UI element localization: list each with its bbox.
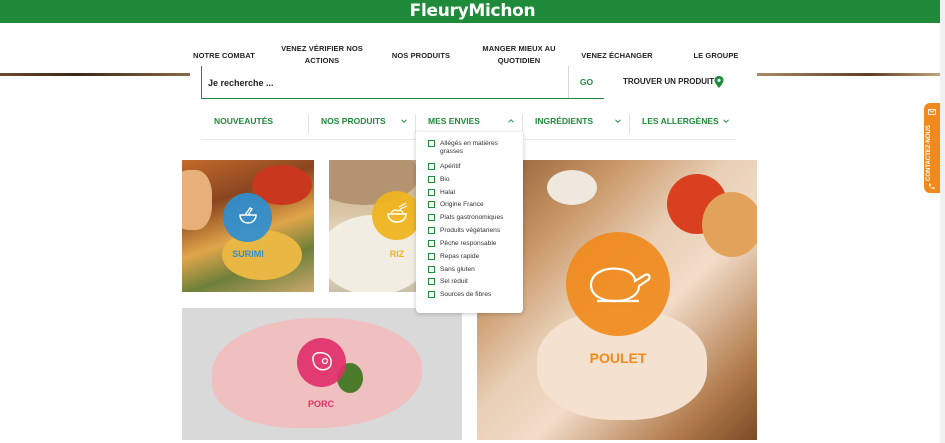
checkbox[interactable] [428, 140, 435, 147]
option-label: Sel réduit [440, 278, 468, 285]
checkbox[interactable] [428, 201, 435, 208]
option-label: Sources de fibres [440, 291, 492, 298]
checkbox[interactable] [428, 253, 435, 260]
filter-divider [415, 114, 416, 134]
option-label: Repas rapide [440, 253, 480, 260]
chevron-down-icon[interactable] [723, 118, 729, 124]
option-label: Origine France [440, 201, 484, 208]
nav-item-notre-combat[interactable]: NOTRE COMBAT [190, 50, 258, 62]
tile-label-jambon: PORC [307, 399, 334, 409]
option-label: Pêche responsable [440, 240, 497, 247]
checkbox[interactable] [428, 291, 435, 298]
surimi-bowl-icon [239, 207, 257, 224]
option-label: Bio [440, 176, 450, 183]
contact-tab-label: CONTACTEZ-NOUS [926, 125, 932, 181]
checkbox[interactable] [428, 176, 435, 183]
phone-icon [928, 183, 935, 190]
option-label: Produits végétariens [440, 227, 501, 234]
chicken-icon [589, 267, 651, 303]
filter-divider [629, 114, 630, 134]
filter-divider [308, 114, 309, 134]
tile-label-poulet: POULET [589, 350, 647, 366]
option-label: Halal [440, 189, 456, 196]
checkbox[interactable] [428, 278, 435, 285]
photo-onion [702, 192, 757, 257]
filter-nos-produits[interactable]: NOS PRODUITS [321, 112, 386, 136]
checkbox[interactable] [428, 189, 435, 196]
logo-text: FleuryMichon [409, 1, 536, 21]
find-product-link[interactable]: TROUVER UN PRODUIT [623, 77, 714, 86]
option-label: Plats gastronomiques [440, 214, 504, 221]
photo-glass [182, 170, 212, 230]
checkbox[interactable] [428, 163, 435, 170]
tile-label-surimi: SURIMI [232, 249, 264, 259]
rice-bowl-icon [387, 202, 408, 223]
nav-item-nos-produits[interactable]: NOS PRODUITS [385, 50, 457, 62]
checkbox[interactable] [428, 240, 435, 247]
search-input[interactable] [208, 75, 558, 91]
envelope-icon [928, 109, 936, 115]
chevron-down-icon[interactable] [615, 118, 621, 124]
checkbox[interactable] [428, 227, 435, 234]
nav-item-venez-echanger[interactable]: VENEZ ÉCHANGER [578, 50, 656, 62]
nav-item-le-groupe[interactable]: LE GROUPE [684, 50, 748, 62]
contact-side-tab[interactable]: CONTACTEZ-NOUS [924, 103, 940, 193]
ham-icon [312, 351, 332, 371]
category-tile-riz[interactable]: RIZ [329, 160, 419, 292]
category-tile-jambon[interactable]: PORC [182, 308, 462, 440]
filter-ingredients[interactable]: INGRÉDIENTS [535, 112, 593, 136]
filter-nouveautes[interactable]: NOUVEAUTÉS [214, 112, 273, 136]
filter-divider [522, 114, 523, 134]
nav-item-manger-mieux[interactable]: MANGER MIEUX AU QUOTIDIEN [474, 43, 564, 67]
tile-label-riz: RIZ [389, 249, 405, 259]
search-box: GO [201, 66, 604, 99]
chevron-up-icon[interactable] [508, 118, 514, 124]
checkbox[interactable] [428, 266, 435, 273]
option-label: Sans gluten [440, 266, 475, 273]
location-pin-icon[interactable] [714, 76, 724, 88]
mes-envies-dropdown: Allégés en matières grasses Apéritif Bio… [416, 132, 523, 313]
search-go-button[interactable]: GO [568, 66, 604, 98]
scrollbar[interactable] [940, 0, 945, 443]
category-tile-surimi[interactable]: SURIMI [182, 160, 314, 292]
filter-allergenes[interactable]: LES ALLERGÈNES [642, 112, 719, 136]
photo-garlic [547, 170, 597, 205]
option-label: Allégés en matières grasses [440, 140, 498, 155]
chevron-down-icon[interactable] [401, 118, 407, 124]
option-label: Apéritif [440, 163, 461, 170]
checkbox[interactable] [428, 214, 435, 221]
page: FleuryMichon NOTRE COMBAT VENEZ VÉRIFIER… [0, 0, 945, 443]
nav-item-venez-verifier[interactable]: VENEZ VÉRIFIER NOS ACTIONS [278, 43, 366, 67]
